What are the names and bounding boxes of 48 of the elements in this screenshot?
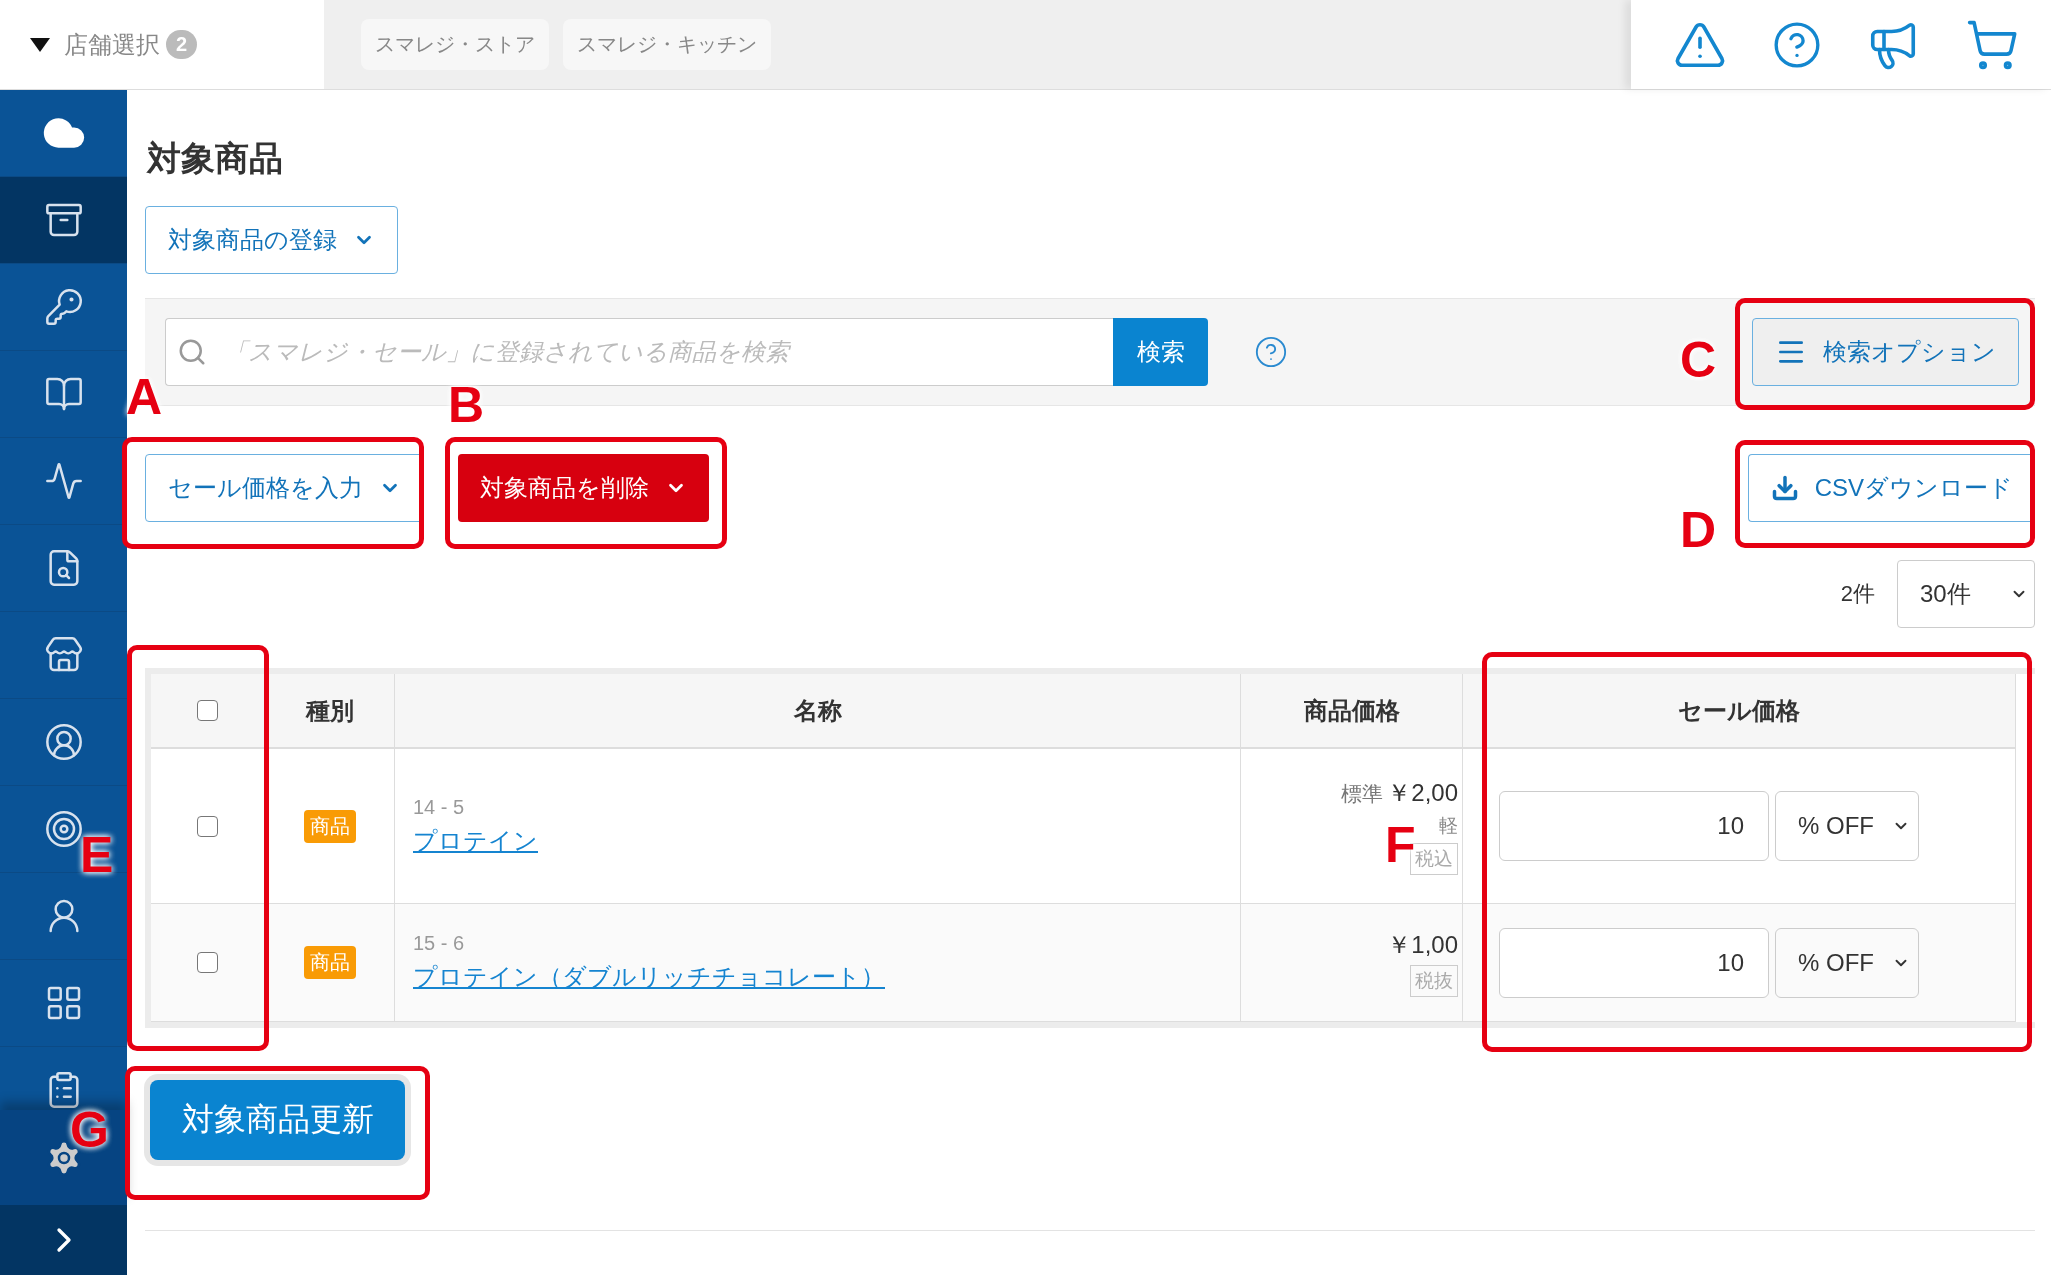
sidebar-item[interactable] [0, 177, 127, 264]
discount-unit-select[interactable]: % OFF [1775, 791, 1919, 861]
product-code: 15 - 6 [413, 932, 466, 955]
product-price: ￥1,00 [1387, 930, 1458, 958]
price-note: 軽 [1439, 814, 1458, 838]
product-name-link[interactable]: プロテイン（ダブルリッチチョコレート） [413, 961, 885, 993]
product-name-link[interactable]: プロテイン [413, 824, 538, 857]
store-chip[interactable]: スマレジ・ストア [361, 19, 549, 70]
column-header: 名称 [395, 674, 1241, 749]
annotation-letter: D [1680, 505, 1717, 555]
product-price: ￥2,00 [1387, 779, 1458, 806]
per-page-select[interactable]: 30件 [1897, 560, 2035, 628]
download-icon [1770, 474, 1799, 502]
annotation-letter: G [70, 1105, 109, 1155]
help-icon[interactable] [1254, 335, 1288, 369]
annotation-letter: C [1680, 335, 1717, 385]
product-code: 14 - 5 [413, 795, 466, 819]
search-icon [177, 337, 207, 367]
dropdown-triangle-icon[interactable] [30, 37, 50, 52]
key-icon [43, 287, 84, 327]
column-header: セール価格 [1463, 674, 2016, 749]
settings-item[interactable] [0, 1110, 127, 1205]
annotation-letter: E [80, 830, 114, 880]
discount-unit-select[interactable]: % OFF [1775, 927, 1919, 998]
sale-value-field[interactable]: 10 [1499, 791, 1769, 861]
delete-button[interactable]: 対象商品を削除 [458, 454, 709, 522]
person-icon [43, 722, 84, 762]
target-icon [43, 809, 84, 849]
annotation-letter: A [126, 372, 163, 422]
type-tag: 商品 [303, 809, 356, 843]
store-count-badge: 2 [166, 30, 198, 59]
register-button[interactable]: 対象商品の登録 [145, 206, 398, 274]
store-selector-label[interactable]: 店舗選択 [64, 28, 160, 61]
search-options-button[interactable]: 検索オプション [1752, 318, 2019, 386]
page-title: 対象商品 [147, 138, 284, 179]
column-header: 商品価格 [1241, 674, 1463, 749]
tax-tag: 税抜 [1410, 964, 1458, 997]
search-field[interactable]: 「スマレジ・セール」に登録されている商品を検索 [165, 318, 1113, 386]
result-count: 2件 [1840, 580, 1875, 608]
search-button[interactable]: 検索 [1113, 318, 1208, 386]
sale-value-field[interactable]: 10 [1499, 927, 1769, 998]
price-label: 標準 [1341, 782, 1384, 805]
select-all-checkbox[interactable] [197, 700, 218, 721]
type-tag: 商品 [303, 946, 356, 979]
row-checkbox[interactable] [197, 815, 218, 837]
row-checkbox[interactable] [197, 952, 218, 973]
line-chart-icon [43, 461, 84, 501]
store-chip[interactable]: スマレジ・キッチン [563, 19, 771, 70]
